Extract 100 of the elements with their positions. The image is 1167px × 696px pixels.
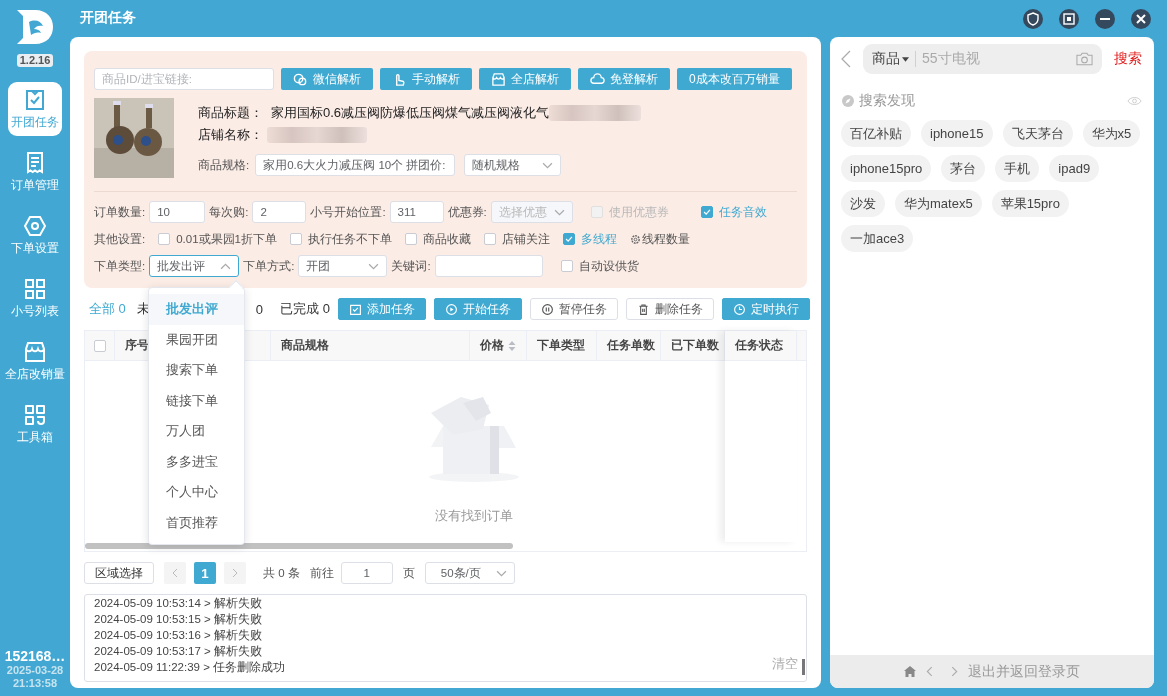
log-line: 2024-05-09 11:22:39 > 任务删除成功: [94, 660, 286, 675]
product-title: 家用国标0.6减压阀防爆低压阀煤气减压阀液化气: [271, 104, 550, 122]
spec-mode-select[interactable]: 随机规格: [464, 154, 562, 176]
search-tag[interactable]: 苹果15pro: [991, 190, 1069, 217]
page-label: 页: [402, 565, 415, 581]
shield-icon[interactable]: [1022, 7, 1044, 30]
grid-icon: [23, 277, 47, 301]
search-tag[interactable]: 飞天茅台: [1002, 120, 1073, 147]
forward-icon[interactable]: [951, 666, 958, 677]
thread-count-setting[interactable]: 线程数量: [630, 231, 690, 247]
column-header[interactable]: 价格: [480, 338, 504, 353]
search-tag[interactable]: 华为x5: [1082, 120, 1141, 147]
search-tag[interactable]: iphone15: [921, 120, 993, 147]
spec-label: 商品规格:: [198, 157, 250, 173]
menu-item[interactable]: 首页推荐: [149, 507, 244, 538]
field-label: 小号开始位置:: [310, 204, 386, 220]
filter-tab[interactable]: 未: [136, 300, 150, 318]
eye-icon[interactable]: [1127, 96, 1142, 106]
start-position-field[interactable]: 311: [389, 201, 444, 223]
order-mode-select[interactable]: 开团: [298, 255, 388, 277]
log-line: 2024-05-09 10:53:14 > 解析失败: [94, 596, 262, 611]
home-icon[interactable]: [904, 666, 916, 677]
checkmark-icon: [701, 207, 712, 217]
next-page-button[interactable]: [224, 562, 246, 584]
hexagon-icon: [23, 214, 47, 238]
menu-item[interactable]: 个人中心: [149, 477, 244, 508]
checklist-icon: [23, 88, 47, 112]
field-label: 订单数量:: [94, 204, 146, 220]
checklist-icon: [348, 302, 362, 316]
quantity-field[interactable]: 10: [149, 201, 206, 223]
section-title: 搜索发现: [859, 92, 915, 110]
search-tag[interactable]: 手机: [995, 155, 1040, 182]
checkbox[interactable]: 店铺关注: [484, 231, 550, 247]
sort-icon[interactable]: [508, 339, 516, 352]
search-field[interactable]: 商品 55寸电视: [863, 44, 1102, 74]
chat-icon: [293, 71, 308, 87]
search-tag[interactable]: iphone15pro: [841, 155, 932, 182]
region-select-button[interactable]: 区域选择: [84, 562, 154, 584]
version-badge: 1.2.16: [16, 54, 54, 67]
back-icon[interactable]: [841, 50, 851, 68]
store-label: 店铺名称：: [198, 126, 263, 144]
page-number-field[interactable]: 1: [340, 562, 393, 584]
checkmark-icon: [564, 234, 574, 244]
search-tag[interactable]: 百亿补贴: [841, 120, 911, 147]
category-label[interactable]: 商品: [872, 50, 900, 68]
page-size-select[interactable]: 50条/页: [424, 562, 515, 584]
chevron-down-icon: [553, 208, 565, 216]
empty-message: 没有找到订单: [434, 507, 513, 525]
field-label: 关键词:: [391, 258, 431, 274]
caret-icon: [902, 56, 909, 62]
back-icon[interactable]: [926, 666, 933, 677]
checkbox[interactable]: 商品收藏: [405, 231, 471, 247]
column-header: 商品规格: [281, 338, 329, 353]
column-header: 任务单数: [607, 338, 655, 353]
keyword-field[interactable]: [434, 255, 543, 277]
action-button[interactable]: 暂停任务: [529, 298, 618, 320]
time-text: 21:13:58: [11, 677, 58, 690]
per-buy-field[interactable]: 2: [252, 201, 307, 223]
menu-item[interactable]: 万人团: [149, 416, 244, 447]
chevron-right-icon: [232, 568, 238, 578]
minimize-icon[interactable]: [1094, 7, 1116, 30]
action-button[interactable]: 删除任务: [625, 298, 714, 320]
search-tag[interactable]: 华为matex5: [895, 190, 982, 217]
log-line: 2024-05-09 10:53:15 > 解析失败: [94, 612, 262, 627]
menu-item[interactable]: 果园开团: [149, 324, 244, 355]
gear-icon: [630, 233, 641, 245]
search-tag[interactable]: 茅台: [941, 155, 986, 182]
checkbox[interactable]: 自动设供货: [560, 258, 639, 274]
search-button[interactable]: 搜索: [1114, 50, 1142, 68]
log-line: 2024-05-09 10:53:17 > 解析失败: [94, 644, 262, 659]
menu-item[interactable]: 链接下单: [149, 385, 244, 416]
prev-page-button[interactable]: [164, 562, 186, 584]
window-title: 开团任务: [80, 8, 136, 27]
search-tag[interactable]: 沙发: [841, 190, 885, 217]
field-label: 下单方式:: [243, 258, 295, 274]
search-tag[interactable]: ipad9: [1049, 155, 1100, 182]
storefront-icon: [23, 340, 47, 364]
tab-count: 0: [255, 301, 264, 317]
scrollbar-thumb[interactable]: [802, 659, 805, 675]
camera-icon[interactable]: [1076, 52, 1093, 66]
checkbox[interactable]: 0.01或果园1折下单: [158, 231, 277, 247]
search-tag[interactable]: 一加ace3: [841, 225, 914, 252]
column-header: 下单类型: [537, 338, 585, 353]
menu-item[interactable]: 搜索下单: [149, 355, 244, 386]
order-type-select[interactable]: 批发出评: [149, 255, 240, 277]
checkbox[interactable]: [93, 339, 106, 352]
checkbox[interactable]: 执行任务不下单: [290, 231, 392, 247]
window-mode-icon[interactable]: [1058, 7, 1080, 30]
log-line: 2024-05-09 10:53:16 > 解析失败: [94, 628, 262, 643]
close-icon[interactable]: [1130, 7, 1152, 30]
menu-item[interactable]: 多多进宝: [149, 446, 244, 477]
clock-icon: [732, 302, 746, 316]
apps-icon: [23, 403, 47, 427]
field-label: 下单类型:: [94, 258, 146, 274]
chevron-up-icon: [220, 262, 232, 270]
date-text: 2025-03-28: [5, 664, 65, 677]
spec-select[interactable]: 家用0.6大火力减压阀 10个 拼团价:: [255, 154, 456, 176]
filter-tab[interactable]: 已完成 0: [280, 300, 330, 318]
scrollbar-thumb[interactable]: [85, 543, 513, 549]
field-label: 优惠券:: [447, 204, 487, 220]
